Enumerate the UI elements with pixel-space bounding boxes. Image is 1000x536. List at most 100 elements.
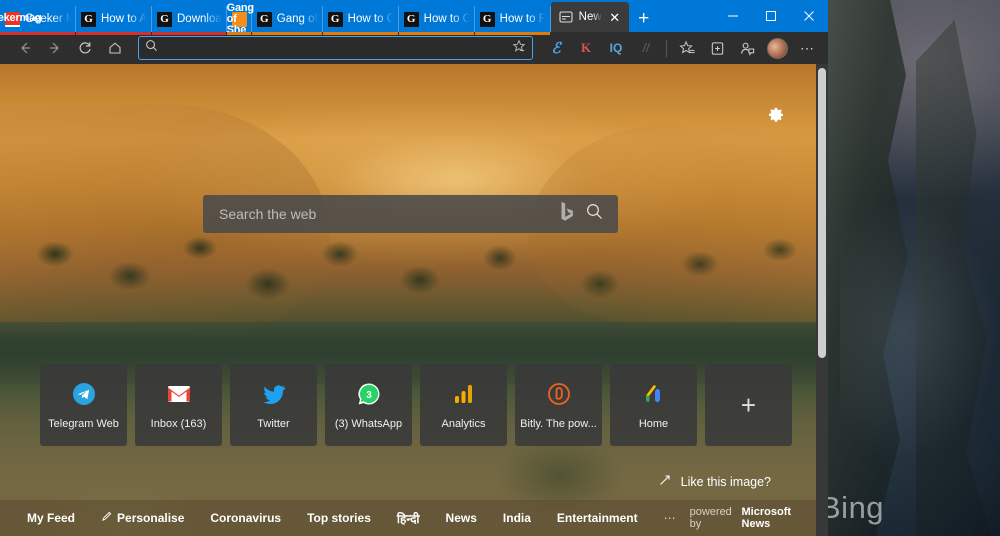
new-tab-page: Search the web Telegram Web Inbox (163) … xyxy=(0,64,828,536)
newtab-favicon xyxy=(559,10,574,25)
feed-item-coronavirus[interactable]: Coronavirus xyxy=(197,511,294,525)
wallpaper-mist xyxy=(840,200,1000,460)
feed-item-india[interactable]: India xyxy=(490,511,544,525)
google-analytics-icon xyxy=(451,381,477,407)
settings-and-more-icon[interactable]: ⋯ xyxy=(792,35,822,61)
browser-tab[interactable]: G Gang of xyxy=(251,6,323,35)
search-icon xyxy=(145,39,158,57)
tile-whatsapp[interactable]: 3 (3) WhatsApp xyxy=(325,364,412,446)
feed-label: My Feed xyxy=(27,511,76,525)
tile-bitly[interactable]: Bitly. The pow... xyxy=(515,364,602,446)
browser-toolbar: ℰ K IQ // ⋯ xyxy=(0,32,828,64)
browser-tab[interactable]: G How to C xyxy=(322,6,399,35)
gear-icon[interactable] xyxy=(762,102,788,128)
twitter-icon xyxy=(261,381,287,407)
toolbar-divider xyxy=(666,39,667,57)
tile-home[interactable]: Home xyxy=(610,364,697,446)
powered-prefix: powered by xyxy=(689,506,732,530)
search-submit-icon[interactable] xyxy=(585,202,604,226)
powered-by-label: powered by Microsoft News xyxy=(690,506,814,530)
bitly-icon xyxy=(546,381,572,407)
tile-inbox[interactable]: Inbox (163) xyxy=(135,364,222,446)
collections-icon[interactable] xyxy=(702,35,732,61)
extension-iq-icon[interactable]: IQ xyxy=(601,35,631,61)
feed-more-icon[interactable]: ⋯ xyxy=(651,511,690,525)
tab-label: Geeker M xyxy=(25,13,71,25)
tab-label: Downloa xyxy=(177,13,222,25)
close-icon[interactable]: ✕ xyxy=(607,9,623,25)
shortcut-tiles: Telegram Web Inbox (163) Twitter 3 (3) W… xyxy=(40,364,792,446)
like-image-label: Like this image? xyxy=(680,474,771,489)
tile-label: Telegram Web xyxy=(48,417,119,430)
back-icon[interactable] xyxy=(10,35,40,61)
powered-brand: Microsoft News xyxy=(741,506,792,530)
search-input[interactable]: Search the web xyxy=(219,206,549,222)
browser-tab[interactable]: G How to C xyxy=(398,6,475,35)
feed-item-personalise[interactable]: Personalise xyxy=(88,511,197,525)
minimize-button[interactable] xyxy=(714,0,752,32)
g-favicon: G xyxy=(479,11,495,27)
telegram-icon xyxy=(71,381,97,407)
browser-tab[interactable]: G How to F xyxy=(474,6,551,35)
tile-twitter[interactable]: Twitter xyxy=(230,364,317,446)
home-icon[interactable] xyxy=(100,35,130,61)
feed-item-entertainment[interactable]: Entertainment xyxy=(544,511,651,525)
browser-tab-active[interactable]: New ✕ xyxy=(550,2,629,32)
gangofshe-favicon: Gang of She xyxy=(226,1,255,36)
g-favicon: G xyxy=(157,11,172,27)
tab-label: How to C xyxy=(347,13,394,25)
news-feed-bar: My Feed Personalise Coronavirus Top stor… xyxy=(0,500,828,536)
scrollbar-thumb[interactable] xyxy=(818,68,826,358)
browser-tab[interactable]: G Downloa xyxy=(152,6,227,35)
avatar[interactable] xyxy=(762,35,792,61)
tab-label: Gang of xyxy=(276,13,318,25)
add-shortcut-tile[interactable]: + xyxy=(705,364,792,446)
tab-label: New xyxy=(578,11,602,23)
google-home-icon xyxy=(641,381,667,407)
address-bar[interactable] xyxy=(138,36,533,60)
geekermag-favicon: Geekermag xyxy=(0,11,42,27)
tile-label: Twitter xyxy=(257,417,290,430)
feed-item-my-feed[interactable]: My Feed xyxy=(14,511,88,525)
feed-item-news[interactable]: News xyxy=(433,511,490,525)
tile-label: Analytics xyxy=(441,417,486,430)
favorite-star-icon[interactable] xyxy=(512,39,526,58)
tile-telegram-web[interactable]: Telegram Web xyxy=(40,364,127,446)
browser-tab[interactable]: Gang of She xyxy=(226,1,255,36)
tile-label: Bitly. The pow... xyxy=(520,417,597,430)
bing-watermark: Bing xyxy=(820,490,885,525)
tile-label: (3) WhatsApp xyxy=(334,417,403,430)
browser-tab[interactable]: G How to A xyxy=(76,6,152,35)
extension-editor-icon[interactable]: ℰ xyxy=(541,35,571,61)
bing-logo-icon xyxy=(559,201,575,227)
tile-label: Inbox (163) xyxy=(150,417,207,430)
g-favicon: G xyxy=(81,11,96,27)
tile-label: Home xyxy=(638,417,669,430)
window-controls xyxy=(714,0,828,32)
feed-item-top-stories[interactable]: Top stories xyxy=(294,511,384,525)
feed-item-hindi[interactable]: हिन्दी xyxy=(384,510,433,527)
like-this-image[interactable]: Like this image? xyxy=(658,473,771,490)
page-scrollbar[interactable] xyxy=(816,64,828,536)
search-box[interactable]: Search the web xyxy=(203,195,618,233)
g-favicon: G xyxy=(327,11,343,27)
tile-analytics[interactable]: Analytics xyxy=(420,364,507,446)
favorites-icon[interactable] xyxy=(672,35,702,61)
maximize-button[interactable] xyxy=(752,0,790,32)
extension-k-icon[interactable]: K xyxy=(571,35,601,61)
forward-icon[interactable] xyxy=(40,35,70,61)
refresh-icon[interactable] xyxy=(70,35,100,61)
browser-tab[interactable]: Geekermag Geeker M xyxy=(0,6,76,35)
svg-text:3: 3 xyxy=(366,390,372,401)
share-profile-icon[interactable] xyxy=(732,35,762,61)
plus-icon: + xyxy=(740,390,757,420)
g-favicon: G xyxy=(256,11,272,27)
gmail-icon xyxy=(166,381,192,407)
browser-window: Geekermag Geeker M G How to A G Downloa … xyxy=(0,0,828,536)
title-bar: Geekermag Geeker M G How to A G Downloa … xyxy=(0,0,828,36)
close-button[interactable] xyxy=(790,0,828,32)
tab-strip: Geekermag Geeker M G How to A G Downloa … xyxy=(0,0,714,36)
new-tab-button[interactable]: + xyxy=(629,6,659,32)
tab-label: How to A xyxy=(101,13,147,25)
extension-dim-icon[interactable]: // xyxy=(631,35,661,61)
